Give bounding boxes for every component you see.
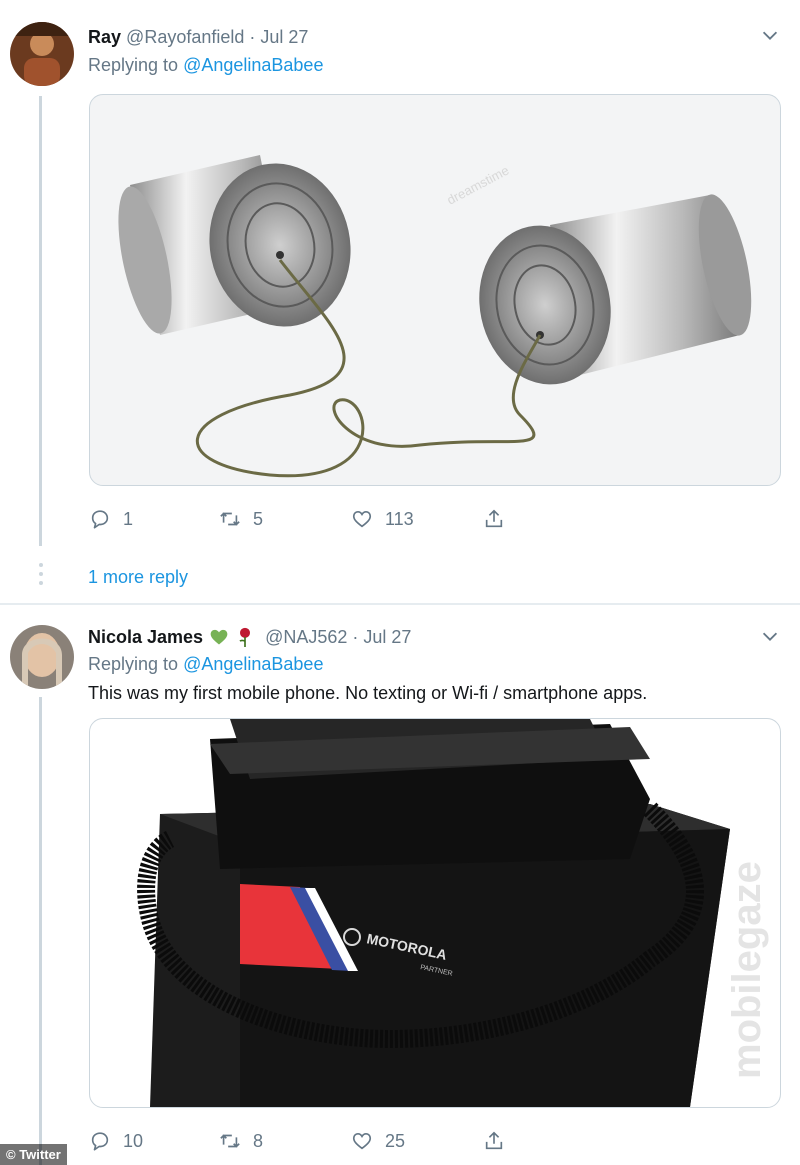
replying-to-link[interactable]: @AngelinaBabee	[183, 55, 323, 75]
thread-line	[39, 697, 42, 1165]
rose-icon	[239, 627, 251, 647]
left-can	[118, 155, 351, 335]
reply-button[interactable]: 1	[89, 504, 133, 534]
heart-icon	[352, 511, 372, 528]
avatar[interactable]	[10, 22, 74, 86]
retweet-icon	[220, 1134, 240, 1148]
tweet-actions: 10 8 25	[89, 1126, 589, 1156]
share-icon	[485, 1131, 503, 1150]
handle[interactable]: @Rayofanfield	[126, 27, 244, 47]
reply-count: 10	[123, 1130, 144, 1151]
tweet-nicola[interactable]: Nicola James @NAJ562 · Jul 27 Replying t…	[0, 605, 800, 1165]
green-heart-icon	[210, 629, 228, 645]
replying-label: Replying to	[88, 55, 179, 75]
retweet-button[interactable]: 8	[219, 1126, 263, 1156]
like-button[interactable]: 25	[351, 1126, 405, 1156]
thread-line	[39, 96, 42, 546]
share-icon	[485, 509, 503, 528]
retweet-icon	[220, 512, 240, 526]
retweet-count: 5	[253, 508, 264, 529]
retweet-count: 8	[253, 1130, 264, 1151]
reply-count: 1	[123, 508, 134, 529]
tweet-text: This was my first mobile phone. No texti…	[88, 683, 648, 703]
reply-icon	[91, 510, 109, 529]
phone-body	[150, 719, 730, 1107]
tweet-image[interactable]: dreamstime	[89, 94, 781, 486]
heart-icon	[352, 1133, 372, 1150]
tweet-actions: 1 5 113	[89, 504, 589, 534]
tweet-ray[interactable]: Ray @Rayofanfield · Jul 27 Replying to @…	[0, 0, 800, 603]
like-count: 113	[385, 508, 414, 529]
avatar[interactable]	[10, 625, 74, 689]
handle[interactable]: @NAJ562	[265, 627, 347, 648]
share-button[interactable]	[483, 1126, 517, 1156]
share-button[interactable]	[483, 504, 517, 534]
source-badge: © Twitter	[0, 1144, 67, 1165]
reply-icon	[91, 1132, 109, 1151]
display-name[interactable]: Ray	[88, 27, 121, 47]
chevron-down-icon[interactable]	[759, 625, 781, 647]
reply-button[interactable]: 10	[89, 1126, 143, 1156]
display-name[interactable]: Nicola James	[88, 627, 203, 648]
chevron-down-icon[interactable]	[759, 24, 781, 46]
right-can	[479, 194, 752, 385]
replying-label: Replying to	[88, 654, 179, 674]
tweet-date[interactable]: · Jul 27	[249, 27, 308, 47]
image-watermark: dreamstime	[444, 163, 511, 208]
replying-to-link[interactable]: @AngelinaBabee	[183, 654, 323, 674]
more-replies-link[interactable]: 1 more reply	[88, 567, 188, 588]
thread-dots	[39, 563, 43, 590]
tweet-date[interactable]: · Jul 27	[352, 627, 411, 648]
like-count: 25	[385, 1130, 406, 1151]
like-button[interactable]: 113	[351, 504, 414, 534]
image-watermark: mobilegaze	[725, 861, 769, 1079]
retweet-button[interactable]: 5	[219, 504, 263, 534]
tweet-image[interactable]: MOTOROLA PARTNER mobilegaze	[89, 718, 781, 1108]
